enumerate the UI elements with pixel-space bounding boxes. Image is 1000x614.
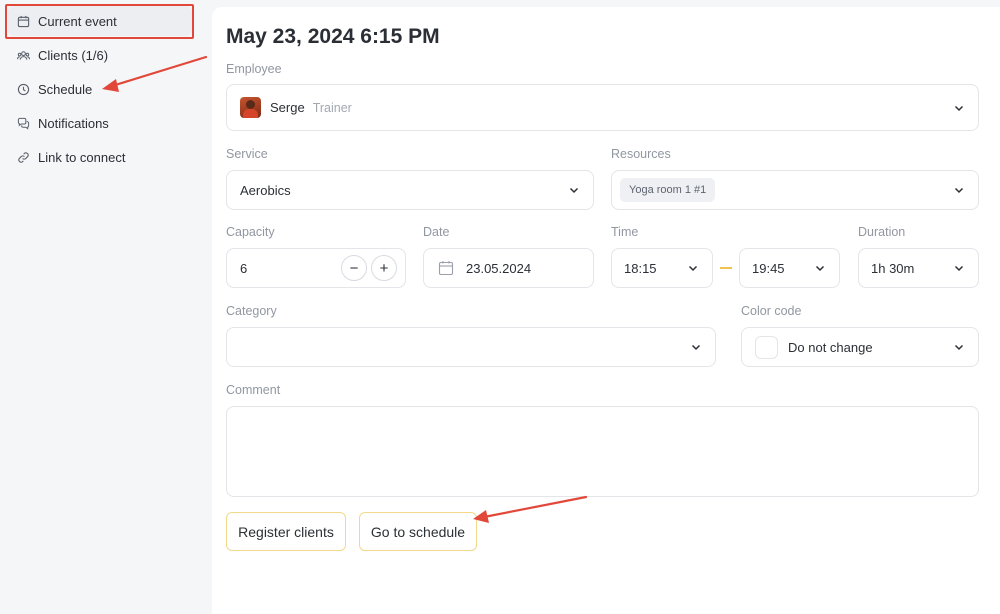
chevron-down-icon [569,187,579,194]
category-label: Category [226,304,277,318]
color-code-label: Color code [741,304,802,318]
chevron-down-icon [954,187,964,194]
employee-name: Serge [270,100,305,115]
time-label: Time [611,225,639,239]
service-value: Aerobics [240,182,291,198]
resource-chip[interactable]: Yoga room 1 #1 [620,178,716,202]
duration-label: Duration [858,225,906,239]
increment-button[interactable]: + [371,255,397,281]
chevron-down-icon [815,265,825,272]
chevron-down-icon [688,265,698,272]
users-icon [17,50,30,60]
time-range-separator [720,267,732,269]
chevron-down-icon [954,105,964,111]
resources-label: Resources [611,147,671,161]
sidebar-item-link-to-connect[interactable]: Link to connect [8,142,192,172]
duration-value: 1h 30m [871,260,915,276]
event-form-panel: May 23, 2024 6:15 PM Employee Serge Trai… [212,7,1000,614]
sidebar-item-label: Link to connect [38,149,126,165]
sidebar-item-notifications[interactable]: Notifications [8,108,192,138]
page-title: May 23, 2024 6:15 PM [226,25,440,48]
resources-select[interactable]: Yoga room 1 #1 [611,170,979,210]
sidebar-item-current-event[interactable]: Current event [8,6,192,36]
sidebar-item-schedule[interactable]: Schedule [8,74,192,104]
service-label: Service [226,147,268,161]
color-swatch [755,335,778,359]
color-code-value: Do not change [788,339,873,355]
chevron-down-icon [954,344,964,351]
calendar-icon [17,15,30,27]
duration-select[interactable]: 1h 30m [858,248,979,288]
end-time-select[interactable]: 19:45 [739,248,840,288]
start-time-value: 18:15 [624,260,657,276]
chat-icon [17,117,30,130]
employee-role: Trainer [312,100,352,115]
calendar-icon [438,261,454,276]
end-time-value: 19:45 [752,260,785,276]
register-clients-button[interactable]: Register clients [226,512,346,551]
start-time-select[interactable]: 18:15 [611,248,713,288]
capacity-value: 6 [240,260,248,276]
sidebar-item-label: Current event [38,13,117,29]
color-code-select[interactable]: Do not change [741,327,979,367]
sidebar-item-label: Notifications [38,115,109,131]
category-select[interactable] [226,327,716,367]
sidebar-item-label: Schedule [38,81,93,97]
comment-textarea[interactable] [226,406,979,497]
capacity-stepper[interactable]: 6 − + [226,248,406,288]
comment-label: Comment [226,383,281,397]
chevron-down-icon [954,265,964,272]
employee-select[interactable]: Serge Trainer [226,84,979,131]
avatar [240,97,261,118]
clock-icon [17,83,30,95]
capacity-label: Capacity [226,225,275,239]
sidebar: Current event Clients (1/6) Schedule Not… [0,0,212,614]
decrement-button[interactable]: − [341,255,367,281]
date-value: 23.05.2024 [466,260,532,276]
date-label: Date [423,225,450,239]
date-field[interactable]: 23.05.2024 [423,248,594,288]
employee-label: Employee [226,62,282,76]
sidebar-item-clients[interactable]: Clients (1/6) [8,40,192,70]
go-to-schedule-button[interactable]: Go to schedule [359,512,477,551]
service-select[interactable]: Aerobics [226,170,594,210]
chevron-down-icon [691,344,701,351]
sidebar-item-label: Clients (1/6) [38,47,109,63]
link-icon [18,151,29,163]
